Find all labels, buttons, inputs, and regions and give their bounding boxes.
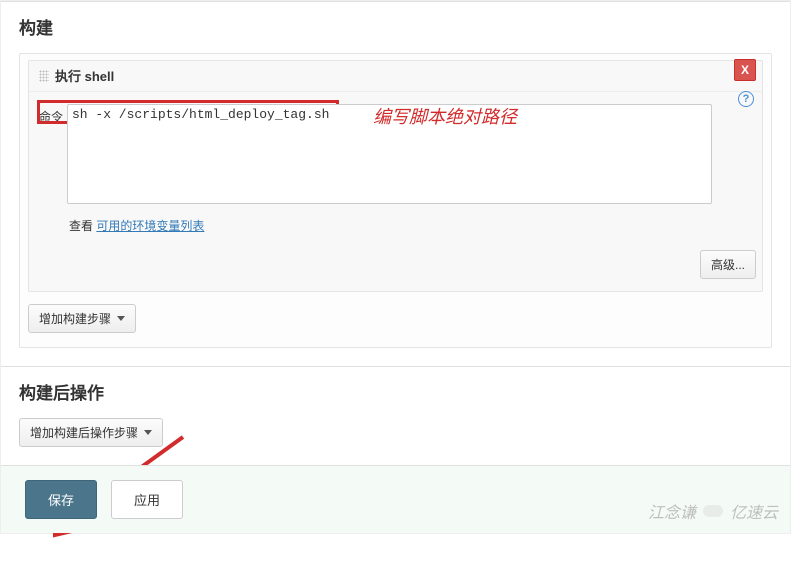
env-vars-prefix: 查看: [69, 219, 96, 233]
command-input-wrap: [67, 104, 712, 207]
build-steps-container: X 执行 shell ? 命令 查看 可用的环境变量列表: [19, 53, 772, 348]
watermark-text: 江念谦: [648, 499, 696, 523]
watermark-text-2: 亿速云: [730, 499, 778, 523]
chevron-down-icon: [144, 430, 152, 435]
build-section: 构建 X 执行 shell ? 命令 查看 可用的: [1, 1, 790, 366]
command-row: 命令: [29, 92, 762, 207]
add-post-build-step-button[interactable]: 增加构建后操作步骤: [19, 418, 163, 447]
add-build-step-button[interactable]: 增加构建步骤: [28, 304, 136, 333]
command-label: 命令: [39, 104, 67, 125]
delete-step-button[interactable]: X: [734, 59, 756, 81]
cloud-icon: [700, 502, 726, 520]
shell-step-header[interactable]: 执行 shell: [29, 61, 762, 92]
advanced-button-label: 高级...: [711, 256, 745, 273]
post-build-title: 构建后操作: [19, 379, 772, 404]
advanced-row: 高级...: [29, 250, 756, 279]
add-post-build-step-label: 增加构建后操作步骤: [30, 424, 138, 441]
post-build-section: 构建后操作 增加构建后操作步骤: [1, 366, 790, 465]
footer-bar: 保存 应用 江念谦 亿速云: [1, 465, 790, 533]
shell-step-title: 执行 shell: [55, 66, 114, 85]
add-build-step-row: 增加构建步骤: [28, 304, 763, 333]
shell-step: X 执行 shell ? 命令 查看 可用的环境变量列表: [28, 60, 763, 292]
chevron-down-icon: [117, 316, 125, 321]
save-button[interactable]: 保存: [25, 480, 97, 519]
advanced-button[interactable]: 高级...: [700, 250, 756, 279]
drag-handle-icon[interactable]: [39, 70, 49, 82]
env-vars-hint: 查看 可用的环境变量列表: [69, 217, 762, 234]
build-section-title: 构建: [19, 14, 772, 39]
command-textarea[interactable]: [67, 104, 712, 204]
apply-button[interactable]: 应用: [111, 480, 183, 519]
page-root: 构建 X 执行 shell ? 命令 查看 可用的: [0, 0, 791, 534]
add-build-step-label: 增加构建步骤: [39, 310, 111, 327]
watermark: 江念谦 亿速云: [648, 499, 778, 523]
env-vars-link[interactable]: 可用的环境变量列表: [96, 219, 204, 233]
